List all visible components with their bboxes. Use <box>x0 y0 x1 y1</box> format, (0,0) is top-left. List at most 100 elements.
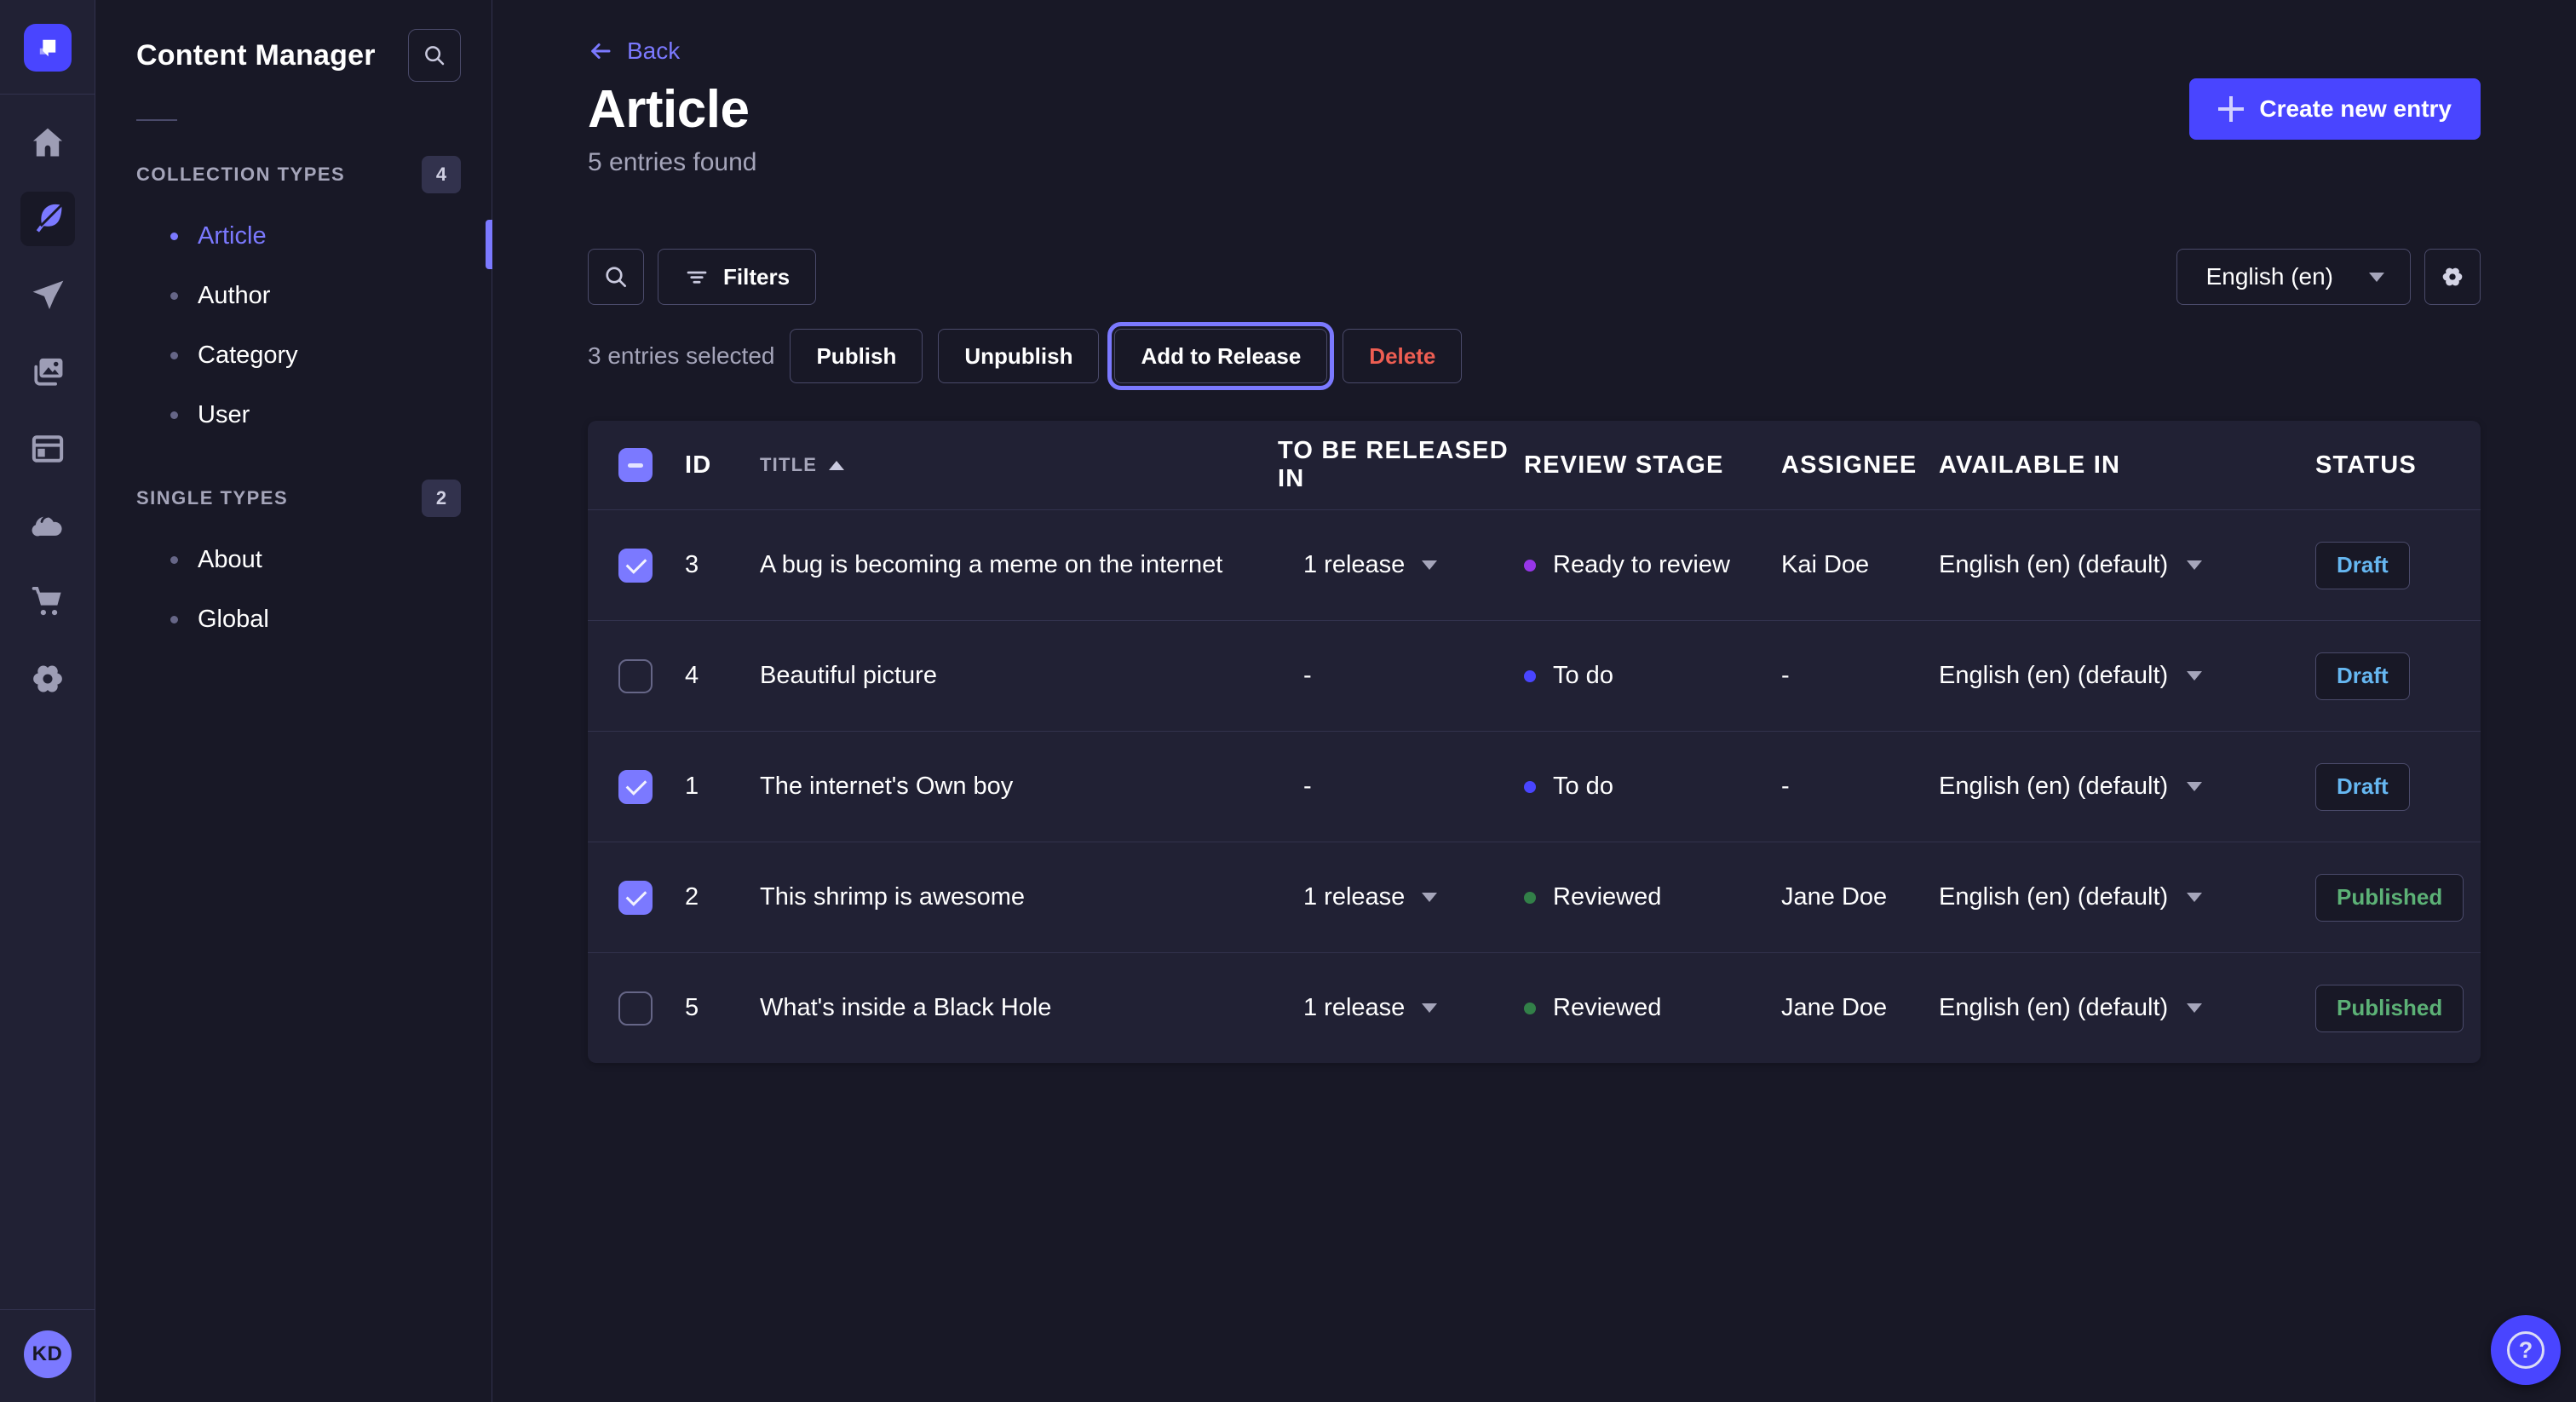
status-badge: Published <box>2315 874 2464 922</box>
row-checkbox[interactable] <box>618 881 653 915</box>
cell-available-in[interactable]: English (en) (default) <box>1939 994 2315 1022</box>
sidebar-item-about[interactable]: About <box>95 530 492 589</box>
table-row[interactable]: 1 The internet's Own boy - To do - Engli… <box>588 731 2481 842</box>
table-row[interactable]: 4 Beautiful picture - To do - English (e… <box>588 620 2481 731</box>
stage-dot <box>1524 892 1536 904</box>
cell-title: What's inside a Black Hole <box>760 994 1278 1022</box>
status-badge: Published <box>2315 985 2464 1032</box>
cell-release[interactable]: 1 release <box>1278 883 1524 911</box>
cell-review-stage: Reviewed <box>1524 994 1781 1022</box>
cell-title: Beautiful picture <box>760 662 1278 690</box>
view-settings-gear-icon[interactable] <box>2424 249 2481 305</box>
sort-ascending-icon <box>829 461 844 470</box>
search-icon[interactable] <box>408 29 461 82</box>
stage-dot <box>1524 670 1536 682</box>
entries-table: ID TITLE TO BE RELEASED IN REVIEW STAGE … <box>588 421 2481 1063</box>
cell-available-in[interactable]: English (en) (default) <box>1939 551 2315 579</box>
chevron-down-icon <box>2187 560 2202 570</box>
table-row[interactable]: 2 This shrimp is awesome 1 release Revie… <box>588 842 2481 952</box>
main-content: Back Article Create new entry 5 entries … <box>492 0 2576 1402</box>
cloud-icon[interactable] <box>20 498 75 553</box>
select-all-checkbox[interactable] <box>618 448 653 482</box>
question-mark-icon: ? <box>2507 1331 2544 1369</box>
add-to-release-button[interactable]: Add to Release <box>1114 329 1327 383</box>
cell-assignee: - <box>1781 662 1939 690</box>
sidebar-item-global[interactable]: Global <box>95 589 492 649</box>
chevron-down-icon <box>2369 273 2384 282</box>
strapi-logo[interactable] <box>24 24 72 72</box>
create-new-entry-button[interactable]: Create new entry <box>2189 78 2481 140</box>
table-header-row: ID TITLE TO BE RELEASED IN REVIEW STAGE … <box>588 421 2481 509</box>
cell-release: - <box>1278 773 1524 801</box>
media-library-icon[interactable] <box>20 345 75 399</box>
chevron-down-icon <box>2187 782 2202 791</box>
marketplace-cart-icon[interactable] <box>20 575 75 629</box>
sidebar-item-category[interactable]: Category <box>95 325 492 385</box>
bullet-icon <box>170 411 178 419</box>
unpublish-button[interactable]: Unpublish <box>938 329 1099 383</box>
cell-status: Published <box>2315 874 2481 922</box>
chevron-down-icon <box>2187 893 2202 902</box>
row-checkbox[interactable] <box>618 991 653 1026</box>
chevron-down-icon <box>1422 1003 1437 1013</box>
content-manager-feather-icon[interactable] <box>20 192 75 246</box>
bullet-icon <box>170 556 178 564</box>
search-icon[interactable] <box>588 249 644 305</box>
status-badge: Draft <box>2315 763 2410 811</box>
row-checkbox[interactable] <box>618 659 653 693</box>
filters-button[interactable]: Filters <box>658 249 816 305</box>
sort-by-title-button[interactable]: TITLE <box>760 454 844 476</box>
cell-release[interactable]: 1 release <box>1278 551 1524 579</box>
page-title: Article <box>588 79 749 140</box>
locale-select[interactable]: English (en) <box>2176 249 2411 305</box>
strapi-logo-glyph <box>33 33 62 62</box>
cell-assignee: Jane Doe <box>1781 994 1939 1022</box>
sidebar-item-article[interactable]: Article <box>95 206 492 266</box>
chevron-down-icon <box>2187 1003 2202 1013</box>
cell-assignee: Jane Doe <box>1781 883 1939 911</box>
cell-review-stage: Reviewed <box>1524 883 1781 911</box>
rail-divider <box>0 94 95 95</box>
status-badge: Draft <box>2315 652 2410 700</box>
active-item-indicator <box>486 220 492 269</box>
cell-review-stage: Ready to review <box>1524 551 1781 579</box>
column-header-available-in: AVAILABLE IN <box>1939 451 2315 480</box>
cell-title: The internet's Own boy <box>760 773 1278 801</box>
collection-types-label: COLLECTION TYPES <box>136 164 345 186</box>
row-checkbox[interactable] <box>618 549 653 583</box>
cell-review-stage: To do <box>1524 773 1781 801</box>
column-header-id: ID <box>685 451 760 480</box>
delete-button[interactable]: Delete <box>1343 329 1462 383</box>
sidebar-item-author[interactable]: Author <box>95 266 492 325</box>
paper-plane-icon[interactable] <box>20 268 75 323</box>
content-manager-subnav: Content Manager COLLECTION TYPES 4 Artic… <box>95 0 492 1402</box>
cell-title: A bug is becoming a meme on the internet <box>760 551 1278 579</box>
stage-dot <box>1524 560 1536 572</box>
sidebar-item-user[interactable]: User <box>95 385 492 445</box>
rail-nav <box>20 115 75 706</box>
column-header-release: TO BE RELEASED IN <box>1278 437 1524 493</box>
content-type-builder-icon[interactable] <box>20 422 75 476</box>
chevron-down-icon <box>1422 893 1437 902</box>
cell-status: Draft <box>2315 542 2481 589</box>
cell-available-in[interactable]: English (en) (default) <box>1939 773 2315 801</box>
user-avatar[interactable]: KD <box>24 1330 72 1378</box>
stage-dot <box>1524 1003 1536 1014</box>
entries-count: 5 entries found <box>588 148 2481 177</box>
selection-count-text: 3 entries selected <box>588 342 774 370</box>
publish-button[interactable]: Publish <box>790 329 923 383</box>
table-row[interactable]: 3 A bug is becoming a meme on the intern… <box>588 509 2481 620</box>
settings-gear-icon[interactable] <box>20 652 75 706</box>
cell-assignee: Kai Doe <box>1781 551 1939 579</box>
arrow-left-icon <box>588 38 613 64</box>
cell-available-in[interactable]: English (en) (default) <box>1939 883 2315 911</box>
cell-available-in[interactable]: English (en) (default) <box>1939 662 2315 690</box>
row-checkbox[interactable] <box>618 770 653 804</box>
help-button[interactable]: ? <box>2491 1315 2561 1385</box>
cell-release[interactable]: 1 release <box>1278 994 1524 1022</box>
filter-icon <box>684 264 710 290</box>
table-row[interactable]: 5 What's inside a Black Hole 1 release R… <box>588 952 2481 1063</box>
cell-id: 3 <box>685 551 760 579</box>
home-icon[interactable] <box>20 115 75 170</box>
back-link[interactable]: Back <box>588 37 680 65</box>
